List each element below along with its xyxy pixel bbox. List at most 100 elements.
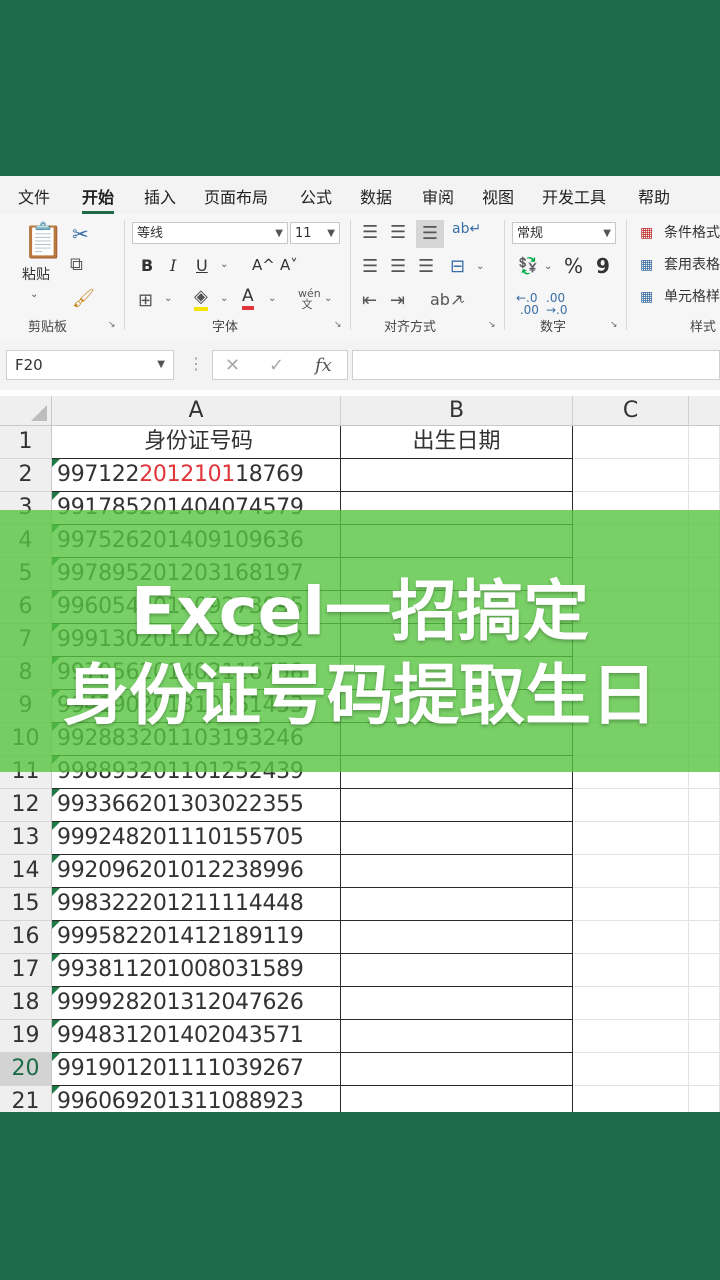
cut-icon[interactable]: ✂ [72, 224, 89, 244]
cell-id-number[interactable]: 998322201211114448 [52, 888, 341, 921]
header-cell-id-number[interactable]: 身份证号码 [52, 426, 341, 459]
cell-id-number[interactable]: 991901201111039267 [52, 1053, 341, 1086]
tab-review[interactable]: 审阅 [422, 184, 454, 208]
cell-birth-date[interactable] [341, 459, 573, 492]
dialog-launcher-icon[interactable]: ↘ [108, 320, 116, 330]
cell-empty[interactable] [573, 426, 689, 459]
tab-formulas[interactable]: 公式 [300, 184, 332, 208]
tab-file[interactable]: 文件 [18, 184, 50, 208]
dialog-launcher-icon[interactable]: ↘ [334, 320, 342, 330]
row-header[interactable]: 1 [0, 426, 52, 459]
cell-id-number[interactable]: 999248201110155705 [52, 822, 341, 855]
name-box[interactable]: F20 ▼ [6, 350, 174, 380]
cell-empty[interactable] [689, 921, 720, 954]
format-as-table-button[interactable]: 套用表格 [664, 258, 720, 272]
row-header[interactable]: 14 [0, 855, 52, 888]
increase-font-button[interactable]: A^ [252, 258, 275, 273]
font-size-select[interactable]: 11 ▼ [290, 222, 340, 244]
bold-button[interactable]: B [141, 258, 153, 274]
font-color-button[interactable]: A [242, 288, 254, 310]
accounting-format-icon[interactable]: 💱 [518, 258, 538, 274]
select-all-button[interactable] [0, 396, 52, 426]
row-header[interactable]: 15 [0, 888, 52, 921]
cell-empty[interactable] [573, 987, 689, 1020]
cell-empty[interactable] [689, 855, 720, 888]
chevron-down-icon[interactable]: ⌄ [458, 296, 466, 306]
enter-button[interactable]: ✓ [269, 355, 284, 376]
align-top-icon[interactable]: ☰ [362, 224, 378, 242]
decrease-decimal-icon[interactable]: .00 →.0 [546, 292, 568, 316]
row-header[interactable]: 12 [0, 789, 52, 822]
tab-page-layout[interactable]: 页面布局 [204, 184, 268, 208]
tab-help[interactable]: 帮助 [638, 184, 670, 208]
chevron-down-icon[interactable]: ⌄ [220, 294, 228, 304]
align-left-icon[interactable]: ☰ [362, 258, 378, 276]
cell-id-number[interactable]: 993811201008031589 [52, 954, 341, 987]
cell-birth-date[interactable] [341, 822, 573, 855]
drag-handle-icon[interactable]: ⋮ [188, 354, 204, 373]
chevron-down-icon[interactable]: ⌄ [476, 262, 484, 272]
row-header[interactable]: 17 [0, 954, 52, 987]
cell-empty[interactable] [573, 921, 689, 954]
cell-id-number[interactable]: 999928201312047626 [52, 987, 341, 1020]
row-header[interactable]: 2 [0, 459, 52, 492]
row-header[interactable]: 19 [0, 1020, 52, 1053]
dialog-launcher-icon[interactable]: ↘ [488, 320, 496, 330]
cell-empty[interactable] [689, 426, 720, 459]
row-header[interactable]: 13 [0, 822, 52, 855]
align-right-icon[interactable]: ☰ [418, 258, 434, 276]
row-header[interactable]: 18 [0, 987, 52, 1020]
cell-empty[interactable] [689, 822, 720, 855]
align-center-icon[interactable]: ☰ [390, 258, 406, 276]
percent-style-button[interactable]: % [564, 256, 583, 276]
cell-empty[interactable] [573, 822, 689, 855]
cell-birth-date[interactable] [341, 888, 573, 921]
header-cell-birth-date[interactable]: 出生日期 [341, 426, 573, 459]
cell-id-number[interactable]: 996069201311088923 [52, 1086, 341, 1112]
cell-empty[interactable] [573, 888, 689, 921]
cell-empty[interactable] [573, 855, 689, 888]
cell-id-number[interactable]: 994831201402043571 [52, 1020, 341, 1053]
cell-id-number[interactable]: 997122201210118769 [52, 459, 341, 492]
row-header[interactable]: 20 [0, 1053, 52, 1086]
number-format-select[interactable]: 常规 ▼ [512, 222, 616, 244]
cell-empty[interactable] [689, 1053, 720, 1086]
paste-button[interactable]: 粘贴 [22, 268, 50, 282]
formula-input[interactable] [352, 350, 720, 380]
cell-id-number[interactable]: 993366201303022355 [52, 789, 341, 822]
column-header-a[interactable]: A [52, 396, 341, 426]
cell-empty[interactable] [573, 1020, 689, 1053]
phonetic-guide-icon[interactable]: wén 文 [298, 288, 321, 310]
cell-empty[interactable] [689, 954, 720, 987]
chevron-down-icon[interactable]: ⌄ [268, 294, 276, 304]
cell-birth-date[interactable] [341, 987, 573, 1020]
cell-empty[interactable] [689, 1086, 720, 1112]
tab-view[interactable]: 视图 [482, 184, 514, 208]
chevron-down-icon[interactable]: ⌄ [324, 294, 332, 304]
format-painter-icon[interactable]: 🖌 [72, 290, 95, 308]
cell-empty[interactable] [573, 1053, 689, 1086]
cell-empty[interactable] [689, 459, 720, 492]
cell-birth-date[interactable] [341, 1020, 573, 1053]
copy-icon[interactable]: ⧉ [70, 256, 83, 274]
font-name-select[interactable]: 等线 ▼ [132, 222, 288, 244]
comma-style-button[interactable]: 9 [596, 256, 610, 276]
cell-birth-date[interactable] [341, 954, 573, 987]
cell-empty[interactable] [689, 789, 720, 822]
insert-function-button[interactable]: fx [315, 355, 332, 376]
column-header-c[interactable]: C [573, 396, 689, 426]
tab-developer[interactable]: 开发工具 [542, 184, 606, 208]
cell-empty[interactable] [573, 459, 689, 492]
cell-id-number[interactable]: 992096201012238996 [52, 855, 341, 888]
cell-empty[interactable] [573, 789, 689, 822]
conditional-format-button[interactable]: 条件格式 [664, 226, 720, 240]
decrease-indent-icon[interactable]: ⇤ [362, 292, 377, 310]
border-icon[interactable]: ⊞ [138, 292, 153, 310]
cell-empty[interactable] [689, 987, 720, 1020]
chevron-down-icon[interactable]: ⌄ [30, 290, 38, 300]
cancel-button[interactable]: ✕ [225, 355, 240, 376]
chevron-down-icon[interactable]: ⌄ [544, 262, 552, 272]
wrap-text-icon[interactable]: ab↵ [452, 222, 481, 236]
italic-button[interactable]: I [170, 258, 176, 274]
row-header[interactable]: 21 [0, 1086, 52, 1112]
